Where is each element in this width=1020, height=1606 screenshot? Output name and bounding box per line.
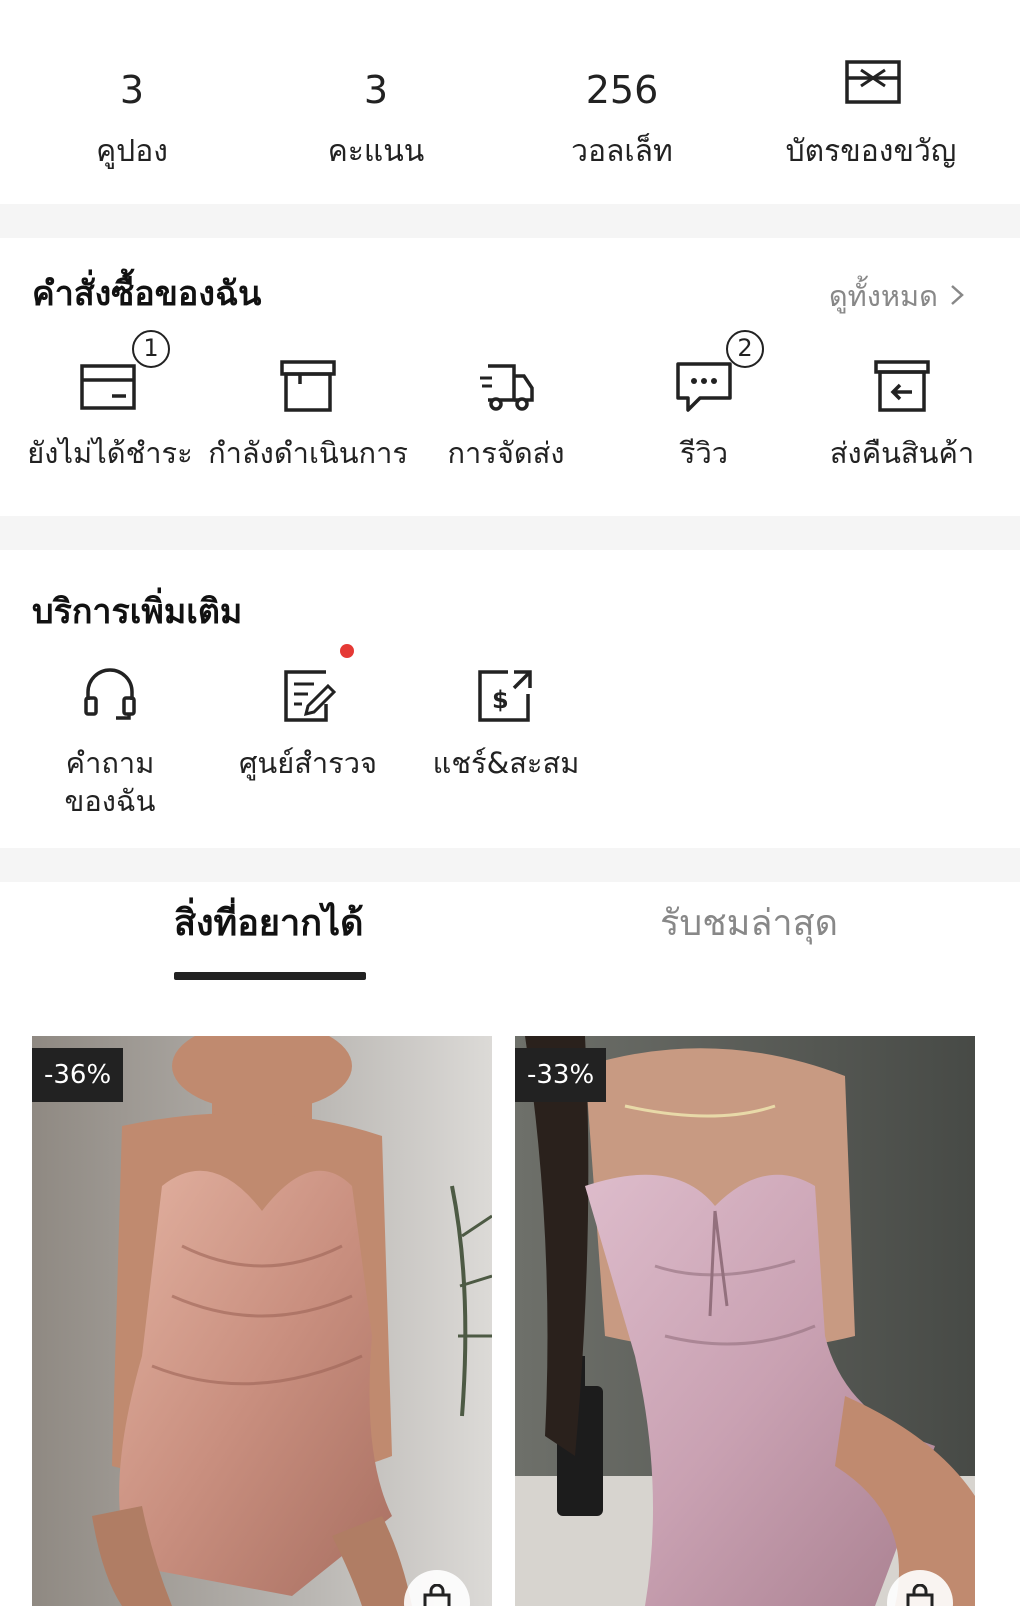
wallet-stat[interactable]: 256 วอลเล็ท xyxy=(497,0,747,204)
section-divider xyxy=(0,516,1020,550)
service-share-earn-label: แชร์&สะสม xyxy=(432,746,580,780)
order-shipping[interactable]: การจัดส่ง xyxy=(406,354,606,472)
service-survey-center[interactable]: ศูนย์สำรวจ xyxy=(208,644,408,782)
product-image xyxy=(515,1036,975,1606)
tab-recently-viewed[interactable]: รับชมล่าสุด xyxy=(660,900,838,948)
order-review-label: รีวิว xyxy=(679,436,729,470)
discount-badge: -36% xyxy=(32,1048,124,1102)
view-all-orders-link[interactable]: ดูทั้งหมด xyxy=(829,276,964,316)
coupons-label: คูปอง xyxy=(96,134,168,169)
coupons-count: 3 xyxy=(119,68,145,112)
order-shipping-label: การจัดส่ง xyxy=(447,436,565,470)
survey-edit-icon xyxy=(276,644,354,728)
headset-icon xyxy=(78,664,142,728)
product-card[interactable]: -33% xyxy=(515,1036,975,1606)
more-services-title: บริการเพิ่มเติม xyxy=(32,592,243,632)
order-review[interactable]: 2 รีวิว xyxy=(604,330,804,472)
wallet-label: วอลเล็ท xyxy=(571,134,673,169)
active-tab-indicator xyxy=(174,972,366,980)
truck-icon xyxy=(474,354,538,418)
chat-bubble-icon: 2 xyxy=(672,330,764,418)
gift-card-label: บัตรของขวัญ xyxy=(785,134,957,169)
section-divider xyxy=(0,848,1020,882)
gift-card-stat[interactable]: บัตรของขวัญ xyxy=(746,0,996,204)
chevron-right-icon xyxy=(950,276,964,316)
box-icon xyxy=(276,354,340,418)
service-share-earn[interactable]: $ แชร์&สะสม xyxy=(406,664,606,782)
service-my-questions[interactable]: คำถามของฉัน xyxy=(10,664,210,820)
shopping-bag-icon xyxy=(903,1583,937,1606)
coupons-stat[interactable]: 3 คูปอง xyxy=(7,0,257,204)
unpaid-count-badge: 1 xyxy=(132,330,170,368)
order-returns[interactable]: ส่งคืนสินค้า xyxy=(802,354,1002,472)
order-unpaid[interactable]: 1 ยังไม่ได้ชำระ xyxy=(10,330,210,472)
tab-wishlist[interactable]: สิ่งที่อยากได้ xyxy=(174,900,364,948)
points-count: 3 xyxy=(363,68,389,112)
my-orders-title: คำสั่งซื้อของฉัน xyxy=(32,274,262,314)
order-unpaid-label: ยังไม่ได้ชำระ xyxy=(27,436,193,470)
share-earn-icon: $ xyxy=(474,664,538,728)
discount-badge: -33% xyxy=(515,1048,607,1102)
return-box-icon xyxy=(870,354,934,418)
order-processing-label: กำลังดำเนินการ xyxy=(208,436,408,470)
shopping-bag-icon xyxy=(420,1583,454,1606)
review-count-badge: 2 xyxy=(726,330,764,368)
account-stats-bar: 3 คูปอง 3 คะแนน 256 วอลเล็ท บัตรของขวัญ xyxy=(0,0,1020,204)
points-label: คะแนน xyxy=(327,134,425,169)
wallet-card-icon: 1 xyxy=(78,330,170,418)
order-returns-label: ส่งคืนสินค้า xyxy=(829,436,975,470)
service-my-questions-label: คำถามของฉัน xyxy=(64,746,156,818)
product-image xyxy=(32,1036,492,1606)
survey-notification-dot xyxy=(340,644,354,658)
points-stat[interactable]: 3 คะแนน xyxy=(251,0,501,204)
wallet-balance: 256 xyxy=(585,68,659,112)
view-all-label: ดูทั้งหมด xyxy=(828,279,938,313)
gift-card-icon xyxy=(845,60,901,108)
svg-text:$: $ xyxy=(492,686,509,714)
service-survey-center-label: ศูนย์สำรวจ xyxy=(238,746,378,780)
product-card[interactable]: -36% xyxy=(32,1036,492,1606)
section-divider xyxy=(0,204,1020,238)
order-processing[interactable]: กำลังดำเนินการ xyxy=(208,354,408,472)
